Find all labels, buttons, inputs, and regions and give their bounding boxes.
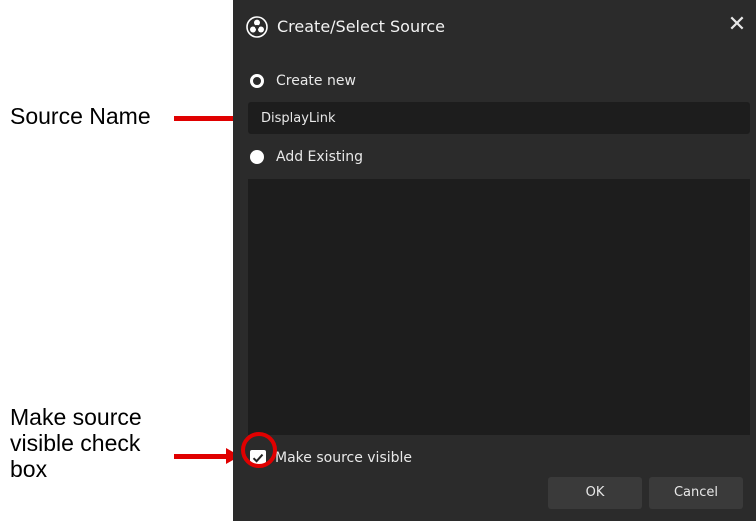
- annotation-arrow-source-name: [174, 110, 248, 126]
- add-existing-radio[interactable]: [250, 150, 264, 164]
- close-button[interactable]: ✕: [726, 14, 748, 36]
- annotation-arrow-visible-checkbox: [174, 448, 240, 464]
- cancel-button[interactable]: Cancel: [649, 477, 743, 509]
- create-new-radio[interactable]: [250, 74, 264, 88]
- create-new-label: Create new: [276, 73, 356, 89]
- add-existing-radio-option[interactable]: Add Existing: [250, 146, 363, 168]
- existing-sources-list[interactable]: [248, 179, 750, 435]
- obs-logo-icon: [246, 16, 268, 38]
- source-name-input[interactable]: [248, 102, 750, 134]
- add-existing-label: Add Existing: [276, 149, 364, 165]
- dialog-title: Create/Select Source: [277, 17, 445, 36]
- annotation-visible-checkbox: Make source visible check box: [10, 404, 142, 482]
- make-visible-checkbox[interactable]: [250, 450, 266, 466]
- ok-button[interactable]: OK: [548, 477, 642, 509]
- create-select-source-dialog: Create/Select Source ✕ Create new Add Ex…: [233, 0, 756, 521]
- annotation-source-name: Source Name: [10, 103, 151, 129]
- make-visible-label: Make source visible: [275, 450, 413, 466]
- make-visible-option[interactable]: Make source visible: [250, 447, 412, 469]
- create-new-radio-option[interactable]: Create new: [250, 70, 356, 92]
- close-icon: ✕: [727, 12, 747, 37]
- dialog-titlebar: Create/Select Source ✕: [233, 0, 756, 56]
- checkmark-icon: [252, 453, 264, 463]
- screenshot-page: Source Name Make source visible check bo…: [0, 0, 756, 521]
